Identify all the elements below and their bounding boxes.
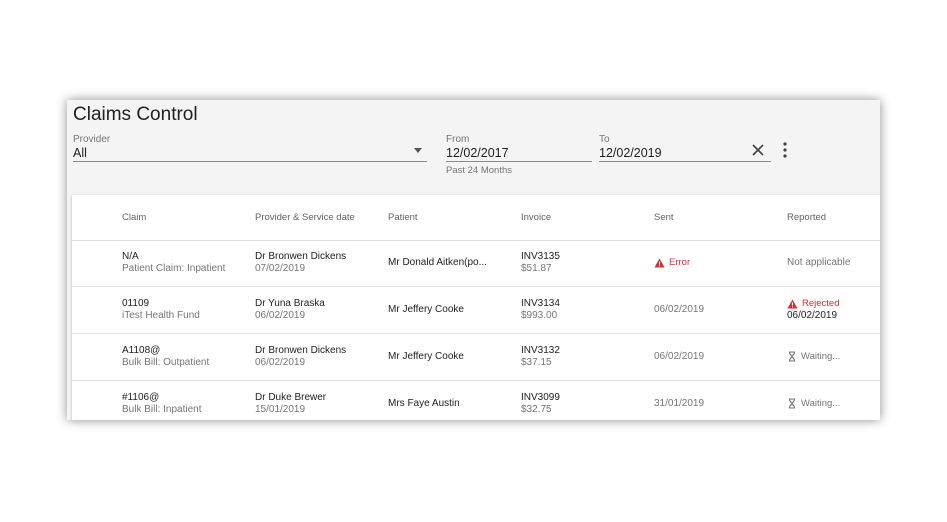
service-date: 06/02/2019 xyxy=(255,310,306,321)
invoice-number: INV3134 xyxy=(521,298,560,309)
header-reported[interactable]: Reported xyxy=(787,212,826,223)
patient-name: Mr Jeffery Cooke xyxy=(388,304,464,315)
more-vert-icon[interactable] xyxy=(777,140,793,160)
provider-name: Dr Duke Brewer xyxy=(255,392,327,403)
provider-value: All xyxy=(73,146,87,160)
provider-label: Provider xyxy=(73,134,111,145)
hourglass-icon xyxy=(788,351,796,362)
patient-name: Mr Jeffery Cooke xyxy=(388,351,464,362)
service-date: 15/01/2019 xyxy=(255,404,306,415)
clear-icon[interactable] xyxy=(748,140,768,160)
sent-status: Error xyxy=(654,257,690,268)
reported-status-text: Waiting... xyxy=(801,351,841,362)
table-header: Claim Provider & Service date Patient In… xyxy=(72,195,880,241)
invoice-number: INV3132 xyxy=(521,345,560,356)
claim-type: Bulk Bill: Outpatient xyxy=(122,357,210,368)
sent-date: 31/01/2019 xyxy=(654,398,705,409)
claim-number: #1106@ xyxy=(122,392,160,403)
header-sent[interactable]: Sent xyxy=(654,212,674,223)
hourglass-icon xyxy=(788,398,796,409)
warning-icon xyxy=(654,258,665,267)
sent-status-text: Error xyxy=(669,257,691,268)
table-row[interactable]: #1106@ Bulk Bill: Inpatient Dr Duke Brew… xyxy=(72,381,880,420)
to-underline xyxy=(599,161,771,162)
patient-name: Mr Donald Aitken(po... xyxy=(388,257,487,268)
reported-status: Not applicable xyxy=(787,257,851,268)
from-value: 12/02/2017 xyxy=(446,146,509,160)
claims-control-panel: Claims Control Provider All From 12/02/2… xyxy=(67,100,880,420)
page-title: Claims Control xyxy=(73,104,198,125)
reported-status-text: Waiting... xyxy=(801,398,841,409)
invoice-number: INV3099 xyxy=(521,392,560,403)
from-label: From xyxy=(446,134,470,145)
header-provider[interactable]: Provider & Service date xyxy=(255,212,355,223)
invoice-number: INV3135 xyxy=(521,251,560,262)
reported-date: 06/02/2019 xyxy=(787,310,838,321)
reported-status: Rejected xyxy=(787,298,840,309)
chevron-down-icon[interactable] xyxy=(414,148,422,153)
sent-date: 06/02/2019 xyxy=(654,304,705,315)
to-label: To xyxy=(599,134,610,145)
header-claim[interactable]: Claim xyxy=(122,212,146,223)
claim-type: Bulk Bill: Inpatient xyxy=(122,404,202,415)
header-patient[interactable]: Patient xyxy=(388,212,418,223)
claim-type: iTest Health Fund xyxy=(122,310,200,321)
reported-status: Waiting... xyxy=(787,398,840,409)
table-row[interactable]: 01109 iTest Health Fund Dr Yuna Braska 0… xyxy=(72,287,880,334)
date-range-hint: Past 24 Months xyxy=(446,165,513,176)
provider-name: Dr Yuna Braska xyxy=(255,298,325,309)
to-value: 12/02/2019 xyxy=(599,146,662,160)
table-row[interactable]: N/A Patient Claim: Inpatient Dr Bronwen … xyxy=(72,240,880,287)
reported-status-text: Rejected xyxy=(802,298,840,309)
service-date: 07/02/2019 xyxy=(255,263,306,274)
claim-number: 01109 xyxy=(122,298,150,309)
from-underline xyxy=(446,161,592,162)
patient-name: Mrs Faye Austin xyxy=(388,398,460,409)
provider-name: Dr Bronwen Dickens xyxy=(255,251,347,262)
provider-name: Dr Bronwen Dickens xyxy=(255,345,347,356)
claim-number: A1108@ xyxy=(122,345,161,356)
sent-date: 06/02/2019 xyxy=(654,351,705,362)
table-row[interactable]: A1108@ Bulk Bill: Outpatient Dr Bronwen … xyxy=(72,334,880,381)
claim-type: Patient Claim: Inpatient xyxy=(122,263,226,274)
claim-number: N/A xyxy=(122,251,139,262)
reported-status: Waiting... xyxy=(787,351,840,362)
invoice-amount: $993.00 xyxy=(521,310,558,321)
invoice-amount: $51.87 xyxy=(521,263,552,274)
claims-table: Claim Provider & Service date Patient In… xyxy=(72,195,880,420)
invoice-amount: $32.75 xyxy=(521,404,552,415)
provider-underline xyxy=(73,161,427,162)
invoice-amount: $37.15 xyxy=(521,357,552,368)
service-date: 06/02/2019 xyxy=(255,357,306,368)
header-invoice[interactable]: Invoice xyxy=(521,212,551,223)
warning-icon xyxy=(787,299,798,308)
